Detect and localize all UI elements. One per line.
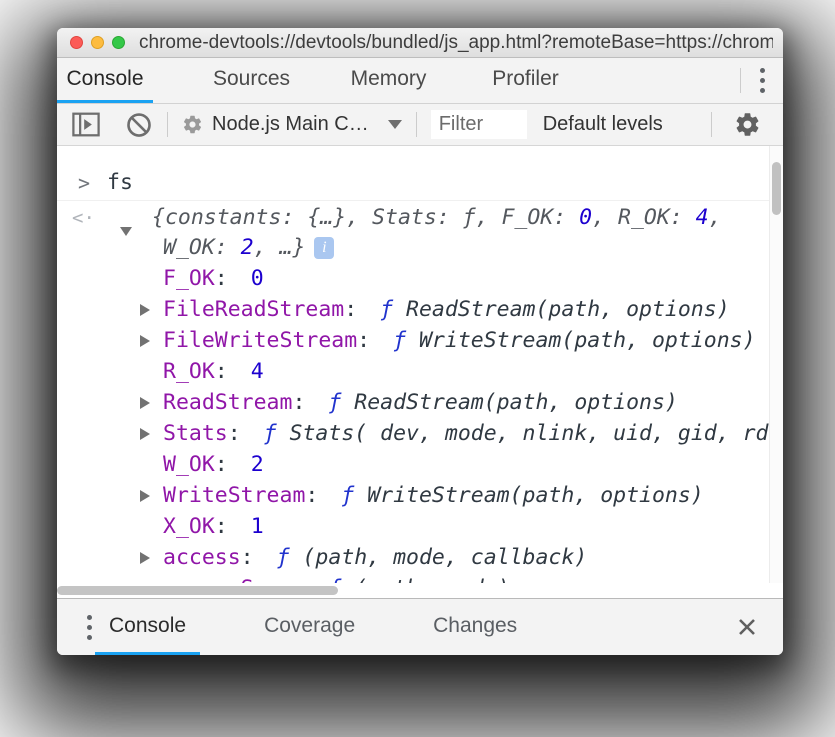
property-value: 0 [251,266,264,291]
show-sidebar-icon [71,111,101,138]
info-icon[interactable]: i [314,237,334,259]
function-signature: WriteStream(path, options) [367,483,704,508]
drawer-tab-coverage[interactable]: Coverage [250,599,369,655]
expand-triangle-icon[interactable] [140,335,150,347]
zoom-icon[interactable] [112,36,125,49]
close-icon[interactable] [70,36,83,49]
settings-gear-icon [734,111,761,138]
function-symbol: ƒ [380,297,393,322]
horizontal-scrollbar-thumb[interactable] [57,586,338,595]
clear-console-icon [125,111,153,139]
gear-icon [182,114,203,135]
titlebar: chrome-devtools://devtools/bundled/js_ap… [57,28,783,58]
object-property-row[interactable]: access: ƒ (path, mode, callback) [57,542,769,573]
console-area: > fs <· {constants: {…}, Stats: ƒ, F_OK:… [57,146,783,598]
function-symbol: ƒ [277,545,290,570]
console-toolbar: Node.js Main C… Default levels [57,104,783,146]
traffic-lights [70,36,125,49]
filter-input[interactable] [431,110,527,139]
property-name: X_OK [163,514,215,539]
function-symbol: ƒ [264,421,277,446]
object-property-row[interactable]: Stats: ƒ Stats( dev, mode, nlink, uid, g… [57,418,769,449]
object-property-row[interactable]: FileWriteStream: ƒ WriteStream(path, opt… [57,325,769,356]
tab-console[interactable]: Console [57,58,153,103]
function-symbol: ƒ [393,328,406,353]
object-preview-line-2: W_OK: 2, …}i [57,233,769,263]
property-name: FileReadStream [163,297,344,322]
vertical-scrollbar[interactable] [769,146,783,583]
divider [711,112,712,137]
function-signature: (path, mode, callback) [302,545,587,570]
console-messages: > fs <· {constants: {…}, Stats: ƒ, F_OK:… [57,146,769,583]
tab-sources[interactable]: Sources [183,58,320,103]
divider [416,112,417,137]
output-marker-icon: <· [72,203,95,233]
object-property-row[interactable]: accessSync: ƒ (path, mode) [57,573,769,583]
expand-triangle-icon[interactable] [140,490,150,502]
console-input-text: fs [107,170,133,195]
object-property-row[interactable]: WriteStream: ƒ WriteStream(path, options… [57,480,769,511]
close-drawer-button[interactable] [725,599,769,655]
execution-context-selector[interactable]: Node.js Main C… [182,113,402,136]
more-options-icon[interactable] [741,58,783,103]
main-tabbar: Console Sources Memory Profiler [57,58,783,104]
horizontal-scrollbar[interactable] [57,583,783,598]
window-title: chrome-devtools://devtools/bundled/js_ap… [139,32,773,54]
property-value: 1 [251,514,264,539]
function-signature: Stats( dev, mode, nlink, uid, gid, rdev,… [290,421,769,446]
expand-triangle-icon[interactable] [140,552,150,564]
dropdown-caret-icon [388,120,402,129]
property-value: 2 [251,452,264,477]
tab-profiler[interactable]: Profiler [457,58,594,103]
vertical-scrollbar-thumb[interactable] [772,162,781,215]
object-property-row: W_OK: 2 [57,449,769,480]
object-preview-line-1: <· {constants: {…}, Stats: ƒ, F_OK: 0, R… [57,203,769,233]
property-name: W_OK [163,452,215,477]
show-sidebar-button[interactable] [71,111,101,138]
console-result: <· {constants: {…}, Stats: ƒ, F_OK: 0, R… [57,201,769,583]
drawer-tab-changes[interactable]: Changes [419,599,531,655]
property-name: Stats [163,421,228,446]
divider [167,112,168,137]
expand-triangle-icon[interactable] [140,304,150,316]
function-symbol: ƒ [328,576,341,583]
drawer: Console Coverage Changes [57,598,783,655]
property-name: FileWriteStream [163,328,357,353]
context-label: Node.js Main C… [212,113,369,136]
function-signature: (path, mode) [354,576,509,583]
object-property-row: F_OK: 0 [57,263,769,294]
log-level-selector[interactable]: Default levels [543,113,669,136]
close-icon [737,617,757,637]
minimize-icon[interactable] [91,36,104,49]
function-signature: ReadStream(path, options) [354,390,678,415]
expand-triangle-icon[interactable] [140,397,150,409]
clear-console-button[interactable] [125,111,153,139]
property-value: 4 [251,359,264,384]
drawer-tab-console[interactable]: Console [95,599,200,655]
console-input-row[interactable]: > fs [57,166,769,201]
property-name: ReadStream [163,390,292,415]
object-property-row[interactable]: FileReadStream: ƒ ReadStream(path, optio… [57,294,769,325]
prompt-chevron-icon: > [78,166,90,200]
settings-button[interactable] [734,111,761,138]
function-signature: WriteStream(path, options) [419,328,756,353]
object-property-row: X_OK: 1 [57,511,769,542]
more-options-icon[interactable] [86,599,92,655]
property-name: F_OK [163,266,215,291]
object-children: F_OK: 0 FileReadStream: ƒ ReadStream(pat… [57,263,769,583]
property-name: WriteStream [163,483,305,508]
function-signature: ReadStream(path, options) [406,297,730,322]
expand-triangle-icon[interactable] [140,428,150,440]
property-name: R_OK [163,359,215,384]
object-property-row[interactable]: ReadStream: ƒ ReadStream(path, options) [57,387,769,418]
property-name: access [163,545,241,570]
function-symbol: ƒ [341,483,354,508]
chrome-devtools-window: chrome-devtools://devtools/bundled/js_ap… [57,28,783,655]
object-property-row: R_OK: 4 [57,356,769,387]
tab-memory[interactable]: Memory [320,58,457,103]
property-name: accessSync [163,576,292,583]
function-symbol: ƒ [328,390,341,415]
